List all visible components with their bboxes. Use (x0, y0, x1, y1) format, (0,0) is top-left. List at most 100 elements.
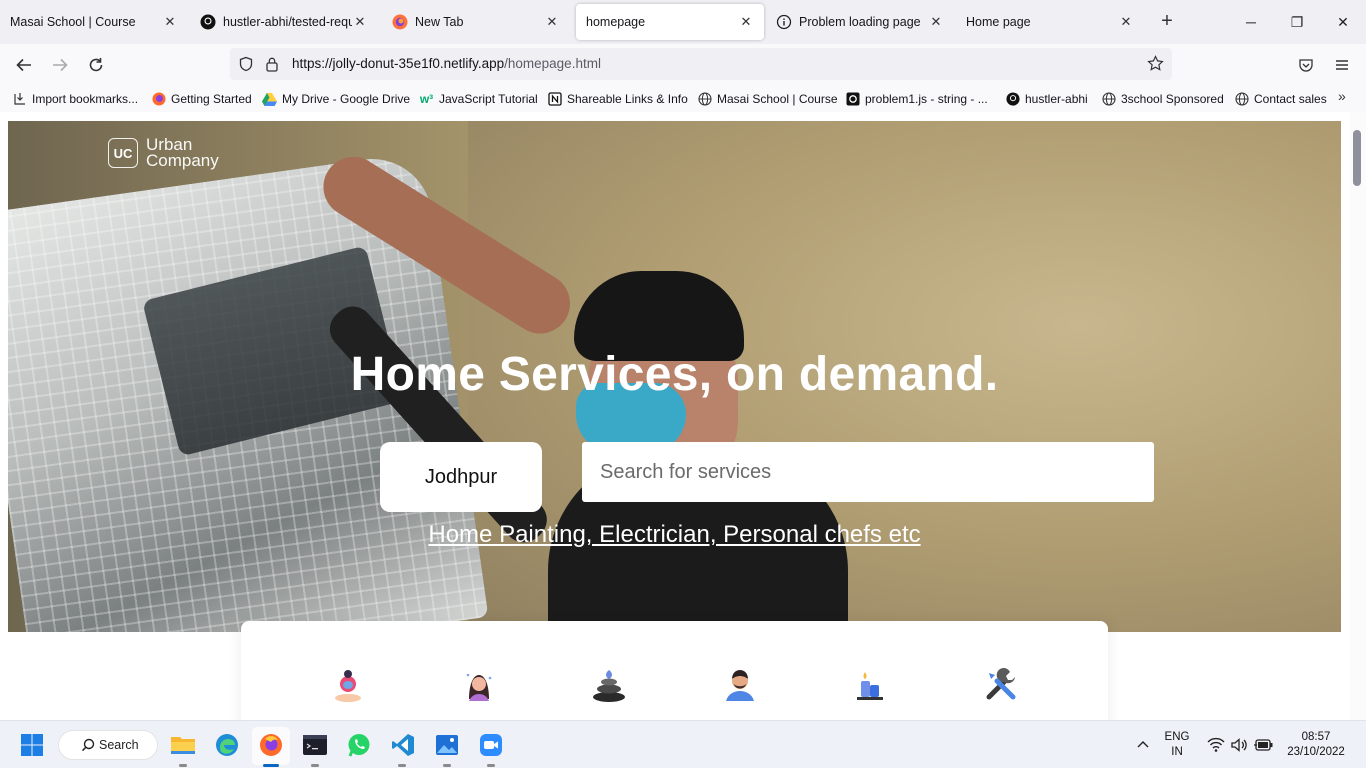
google-drive-icon (262, 92, 277, 107)
taskbar-indicator (311, 764, 319, 767)
language-line-1: ENG (1164, 731, 1190, 743)
tab-homepage[interactable]: homepage ✕ (576, 4, 764, 40)
chevron-double-right-icon[interactable]: » (1338, 88, 1346, 104)
logo-badge: UC (108, 138, 138, 168)
bookmark-import[interactable]: Import bookmarks... (12, 90, 138, 108)
taskbar-indicator (179, 764, 187, 767)
minimize-icon[interactable]: ─ (1241, 12, 1261, 32)
tab-title: Problem loading page (799, 15, 921, 29)
windows-start-icon[interactable] (19, 732, 45, 758)
clock[interactable]: 08:57 23/10/2022 (1280, 730, 1352, 760)
url-text[interactable]: https://jolly-donut-35e1f0.netlify.app/h… (292, 56, 601, 71)
tab-strip: Masai School | Course ✕ hustler-abhi/tes… (0, 0, 1366, 44)
bookmark-problem1[interactable]: problem1.js - string - ... (845, 90, 988, 108)
bookmark-label: Getting Started (171, 92, 252, 106)
back-arrow-icon[interactable] (13, 54, 35, 76)
clock-date: 23/10/2022 (1287, 746, 1345, 758)
code-icon (845, 92, 860, 107)
tab-close-icon[interactable]: ✕ (928, 14, 944, 30)
bookmark-label: Masai School | Course (717, 92, 838, 106)
restore-icon[interactable]: ❐ (1287, 12, 1307, 32)
reload-icon[interactable] (85, 54, 107, 76)
services-card (241, 621, 1108, 720)
bookmark-javascript-tutorial[interactable]: w³ JavaScript Tutorial (419, 90, 538, 108)
tab-close-icon[interactable]: ✕ (738, 14, 754, 30)
bookmark-google-drive[interactable]: My Drive - Google Drive (262, 90, 410, 108)
language-indicator[interactable]: ENG IN (1160, 730, 1194, 760)
firefox-icon (392, 14, 408, 30)
bookmark-label: My Drive - Google Drive (282, 92, 411, 106)
bookmarks-toolbar: Import bookmarks... Getting Started My D… (0, 86, 1366, 112)
navigation-bar: https://jolly-donut-35e1f0.netlify.app/h… (0, 44, 1366, 86)
shield-icon[interactable] (238, 56, 254, 77)
scrollbar-thumb[interactable] (1353, 130, 1361, 186)
bookmark-star-icon[interactable] (1147, 55, 1164, 77)
bookmark-contact-sales[interactable]: Contact sales (1234, 90, 1327, 108)
taskbar-indicator (398, 764, 406, 767)
tab-home-page[interactable]: Home page ✕ (956, 4, 1144, 40)
cleaning-icon[interactable] (850, 665, 890, 705)
whatsapp-icon[interactable] (346, 732, 372, 758)
photos-icon[interactable] (434, 732, 460, 758)
address-bar[interactable]: https://jolly-donut-35e1f0.netlify.app/h… (230, 48, 1172, 80)
urban-company-logo[interactable]: UC Urban Company (108, 136, 219, 170)
bookmark-label: problem1.js - string - ... (865, 92, 988, 106)
tab-new-tab[interactable]: New Tab ✕ (382, 4, 570, 40)
spa-stones-icon[interactable] (589, 665, 629, 705)
tab-title: New Tab (415, 15, 464, 29)
tab-close-icon[interactable]: ✕ (1118, 14, 1134, 30)
page-scrollbar[interactable] (1350, 112, 1366, 720)
hero-banner: UC Urban Company Home Services, on deman… (8, 121, 1341, 632)
tab-title: Masai School | Course (10, 15, 136, 29)
bookmark-masai-school[interactable]: Masai School | Course (697, 90, 838, 108)
services-suggestion-link[interactable]: Home Painting, Electrician, Personal che… (428, 521, 920, 548)
taskbar-search-label: Search (99, 738, 139, 752)
zoom-icon[interactable] (478, 732, 504, 758)
file-explorer-icon[interactable] (170, 732, 196, 758)
city-selector[interactable]: Jodhpur (380, 442, 542, 512)
bookmark-getting-started[interactable]: Getting Started (151, 90, 252, 108)
salon-men-icon[interactable] (720, 665, 760, 705)
taskbar-indicator (487, 764, 495, 767)
lock-icon[interactable] (265, 56, 279, 77)
url-host: https://jolly-donut-35e1f0.netlify.app (292, 56, 505, 71)
tab-close-icon[interactable]: ✕ (544, 14, 560, 30)
bookmark-label: hustler-abhi (1025, 92, 1088, 106)
search-icon (81, 738, 95, 755)
tab-close-icon[interactable]: ✕ (352, 14, 368, 30)
search-services-input[interactable] (582, 442, 1154, 502)
edge-browser-icon[interactable] (214, 732, 240, 758)
repair-tools-icon[interactable] (981, 665, 1021, 705)
bookmark-label: Shareable Links & Info (567, 92, 688, 106)
url-path: /homepage.html (504, 56, 601, 71)
pocket-icon[interactable] (1295, 54, 1317, 76)
close-window-icon[interactable]: ✕ (1333, 12, 1353, 32)
logo-line-2: Company (146, 151, 219, 170)
hero-title: Home Services, on demand. (350, 348, 999, 401)
bookmark-label: Contact sales (1254, 92, 1327, 106)
forward-arrow-icon[interactable] (49, 54, 71, 76)
terminal-icon[interactable] (302, 732, 328, 758)
salon-women-icon[interactable] (328, 665, 368, 705)
battery-icon[interactable] (1251, 732, 1277, 758)
new-tab-plus-icon[interactable]: + (1157, 11, 1177, 32)
tab-close-icon[interactable]: ✕ (162, 14, 178, 30)
firefox-taskbar-icon[interactable] (258, 732, 284, 758)
chevron-up-icon[interactable] (1130, 732, 1156, 758)
github-icon (1005, 92, 1020, 107)
globe-icon (697, 92, 712, 107)
vscode-icon[interactable] (390, 732, 416, 758)
hair-care-icon[interactable] (459, 665, 499, 705)
bookmark-hustler-abhi[interactable]: hustler-abhi (1005, 90, 1088, 108)
speaker-icon[interactable] (1226, 732, 1252, 758)
bookmark-3school[interactable]: 3school Sponsored (1101, 90, 1224, 108)
tab-github[interactable]: hustler-abhi/tested-reque ✕ (190, 4, 378, 40)
bookmark-label: Import bookmarks... (32, 92, 139, 106)
tab-masai-school[interactable]: Masai School | Course ✕ (0, 4, 188, 40)
github-icon (200, 14, 216, 30)
tab-problem-loading[interactable]: Problem loading page ✕ (766, 4, 954, 40)
hamburger-menu-icon[interactable] (1331, 54, 1353, 76)
bookmark-shareable-links[interactable]: Shareable Links & Info (547, 90, 688, 108)
taskbar-indicator-active (263, 764, 279, 767)
taskbar-search-box[interactable]: Search (58, 730, 158, 760)
